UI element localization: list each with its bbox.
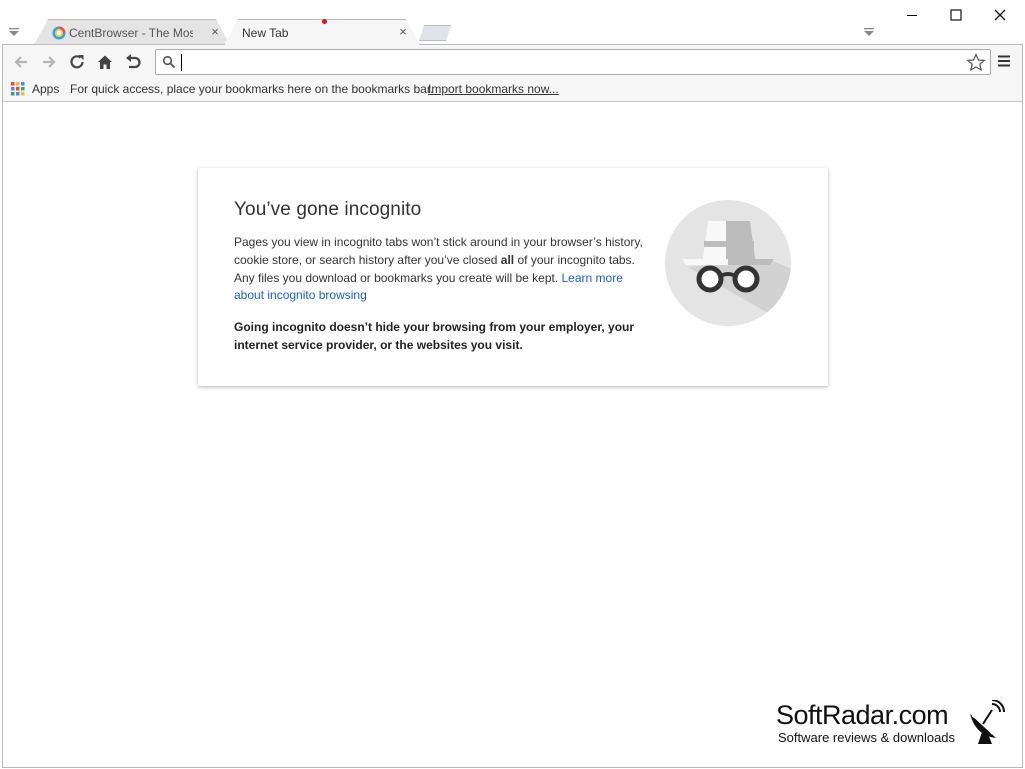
minimize-icon[interactable] — [890, 3, 934, 27]
watermark-subtitle: Software reviews & downloads — [778, 730, 956, 745]
incognito-card: You’ve gone incognito Pages you view in … — [198, 168, 828, 386]
tab-title: New Tab — [242, 26, 289, 40]
address-input[interactable] — [180, 52, 960, 72]
title-bar: CentBrowser - The Most F × New Tab × — [0, 0, 1025, 44]
recording-indicator-icon — [322, 19, 327, 24]
tab-title: CentBrowser - The Most F — [69, 26, 193, 40]
bookmarks-bar: Apps For quick access, place your bookma… — [2, 78, 1023, 102]
home-icon[interactable] — [95, 52, 115, 72]
new-tab-button[interactable] — [419, 25, 451, 41]
satellite-dish-icon — [970, 700, 1005, 744]
softradar-watermark: SoftRadar.com Software reviews & downloa… — [776, 700, 1021, 750]
main-menu-icon[interactable] — [996, 53, 1012, 69]
text-caret — [181, 54, 182, 71]
reload-icon[interactable] — [67, 52, 87, 72]
incognito-description: Pages you view in incognito tabs won’t s… — [234, 234, 644, 305]
apps-grid-icon[interactable] — [11, 82, 25, 96]
bookmark-star-icon[interactable] — [966, 53, 986, 72]
maximize-icon[interactable] — [934, 3, 978, 27]
watermark-title: SoftRadar.com — [776, 700, 949, 730]
import-bookmarks-link[interactable]: Import bookmarks now... — [428, 82, 559, 96]
tab-close-icon[interactable]: × — [397, 26, 409, 38]
bookmarks-hint-text: For quick access, place your bookmarks h… — [70, 82, 434, 96]
search-icon — [162, 55, 176, 69]
back-arrow-icon[interactable] — [11, 52, 31, 72]
address-bar[interactable] — [155, 49, 991, 75]
page-content: You’ve gone incognito Pages you view in … — [2, 102, 1023, 768]
description-bold-text: all — [500, 252, 515, 267]
forward-arrow-icon[interactable] — [39, 52, 59, 72]
tab-new-tab[interactable]: New Tab × — [224, 19, 420, 45]
centbrowser-favicon-icon — [52, 26, 66, 40]
tab-centbrowser[interactable]: CentBrowser - The Most F × — [34, 19, 230, 45]
tab-close-icon[interactable]: × — [209, 26, 221, 38]
browser-toolbar — [2, 44, 1023, 78]
incognito-warning: Going incognito doesn’t hide your browsi… — [234, 320, 635, 352]
undo-close-tab-icon[interactable] — [123, 52, 143, 72]
close-window-icon[interactable] — [978, 3, 1022, 27]
tab-list-dropdown-icon[interactable] — [9, 27, 19, 37]
incognito-spy-icon — [665, 200, 791, 326]
tabs-overflow-dropdown-icon[interactable] — [864, 27, 874, 37]
apps-shortcut[interactable]: Apps — [32, 82, 59, 96]
page-title: You’ve gone incognito — [234, 199, 422, 220]
